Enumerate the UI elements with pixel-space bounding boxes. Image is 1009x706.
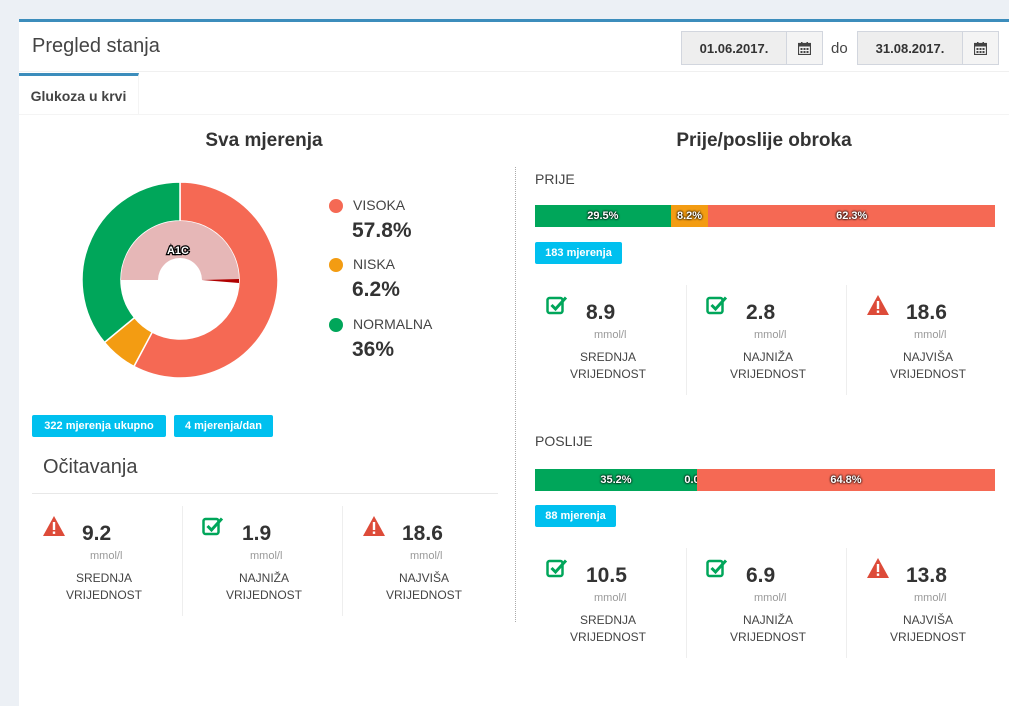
bar-segment-label: 35.2%	[600, 474, 632, 486]
stat-unit: mmol/l	[594, 592, 627, 604]
calendar-icon	[974, 41, 987, 55]
stat-divider	[686, 285, 687, 395]
stat-lowest: 2.8 mmol/l NAJNIŽA VRIJEDNOST	[688, 289, 848, 399]
check-icon	[706, 296, 728, 315]
warning-icon	[43, 516, 65, 536]
before-meal-progress-bar: 29.5% 8.2% 62.3%	[535, 205, 995, 227]
stat-unit: mmol/l	[594, 329, 627, 341]
stat-average: 9.2 mmol/l SREDNJA VRIJEDNOST	[24, 510, 184, 620]
stat-unit: mmol/l	[754, 592, 787, 604]
stat-unit: mmol/l	[914, 329, 947, 341]
before-meal-count-badge: 183 mjerenja	[535, 242, 622, 264]
warning-icon	[867, 558, 889, 578]
stat-highest: 13.8 mmol/l NAJVIŠA VRIJEDNOST	[848, 552, 1008, 662]
bar-segment-normal: 35.2%	[535, 469, 697, 491]
calendar-icon	[798, 41, 811, 55]
legend-label-visoka: VISOKA	[353, 197, 406, 213]
date-to-calendar-button[interactable]	[962, 32, 998, 64]
stat-value: 6.9	[746, 564, 776, 587]
stat-value: 8.9	[586, 301, 616, 324]
column-divider	[515, 167, 516, 622]
legend-label-niska: NISKA	[353, 256, 396, 272]
stat-label: NAJVIŠA VRIJEDNOST	[385, 571, 462, 602]
measurements-donut-chart: A1C	[81, 181, 279, 379]
bar-segment-low: 8.2%	[670, 205, 709, 227]
legend-label-normalna: NORMALNA	[353, 316, 433, 332]
date-from-calendar-button[interactable]	[786, 32, 822, 64]
stat-label: NAJVIŠA VRIJEDNOST	[889, 613, 966, 644]
total-measurements-badge: 322 mjerenja ukupno	[32, 415, 166, 437]
legend-value-normalna: 36%	[352, 338, 395, 361]
a1c-label: A1C	[167, 245, 189, 257]
readings-title: Očitavanja	[43, 456, 138, 478]
stat-label: NAJNIŽA VRIJEDNOST	[225, 571, 302, 602]
date-from-input[interactable]: 01.06.2017.	[682, 32, 786, 64]
stat-lowest: 1.9 mmol/l NAJNIŽA VRIJEDNOST	[184, 510, 344, 620]
stat-value: 13.8	[906, 564, 947, 587]
stat-value: 18.6	[402, 522, 443, 545]
stat-unit: mmol/l	[754, 329, 787, 341]
after-meal-count-badge: 88 mjerenja	[535, 505, 616, 527]
stat-divider	[342, 506, 343, 616]
stat-label: SREDNJA VRIJEDNOST	[569, 350, 646, 381]
page-title: Pregled stanja	[32, 35, 160, 57]
bar-segment-label: 8.2%	[677, 210, 703, 222]
measurements-per-day-badge: 4 mjerenja/dan	[174, 415, 273, 437]
legend-dot-niska	[329, 258, 343, 272]
legend-dot-visoka	[329, 199, 343, 213]
stat-unit: mmol/l	[914, 592, 947, 604]
stat-unit: mmol/l	[90, 550, 123, 562]
stat-value: 1.9	[242, 522, 272, 545]
panel-header: Pregled stanja 01.06.2017. do 31.08.2017…	[19, 22, 1009, 72]
stat-average: 10.5 mmol/l SREDNJA VRIJEDNOST	[528, 552, 688, 662]
tab-bar: Glukoza u krvi	[19, 73, 1009, 115]
after-meal-title: POSLIJE	[535, 433, 593, 449]
bar-segment-label: 64.8%	[830, 474, 862, 486]
before-meal-title: PRIJE	[535, 171, 575, 187]
stat-divider	[846, 548, 847, 658]
legend-value-niska: 6.2%	[352, 278, 400, 301]
tab-glukoza-u-krvi[interactable]: Glukoza u krvi	[19, 73, 139, 115]
stat-average: 8.9 mmol/l SREDNJA VRIJEDNOST	[528, 289, 688, 399]
stat-divider	[846, 285, 847, 395]
all-measurements-title: Sva mjerenja	[205, 130, 323, 151]
stat-divider	[182, 506, 183, 616]
stat-divider	[686, 548, 687, 658]
bar-segment-high: 64.8%	[696, 469, 995, 491]
date-from-group: 01.06.2017.	[681, 31, 823, 65]
stat-value: 9.2	[82, 522, 112, 545]
stat-value: 10.5	[586, 564, 627, 587]
stat-unit: mmol/l	[250, 550, 283, 562]
stat-highest: 18.6 mmol/l NAJVIŠA VRIJEDNOST	[848, 289, 1008, 399]
check-icon	[546, 296, 568, 315]
stat-label: NAJNIŽA VRIJEDNOST	[729, 350, 806, 381]
stat-label: SREDNJA VRIJEDNOST	[569, 613, 646, 644]
date-to-input[interactable]: 31.08.2017.	[858, 32, 962, 64]
stat-lowest: 6.9 mmol/l NAJNIŽA VRIJEDNOST	[688, 552, 848, 662]
warning-icon	[867, 295, 889, 315]
stat-label: NAJVIŠA VRIJEDNOST	[889, 350, 966, 381]
warning-icon	[363, 516, 385, 536]
stat-highest: 18.6 mmol/l NAJVIŠA VRIJEDNOST	[344, 510, 504, 620]
check-icon	[546, 559, 568, 578]
bar-segment-normal: 29.5%	[535, 205, 671, 227]
legend-value-visoka: 57.8%	[352, 219, 412, 242]
legend-dot-normalna	[329, 318, 343, 332]
stat-value: 18.6	[906, 301, 947, 324]
check-icon	[706, 559, 728, 578]
after-meal-progress-bar: 35.2%0.0%64.8%	[535, 469, 995, 491]
stat-unit: mmol/l	[410, 550, 443, 562]
stat-label: SREDNJA VRIJEDNOST	[65, 571, 142, 602]
stat-value: 2.8	[746, 301, 776, 324]
bar-segment-high: 62.3%	[708, 205, 995, 227]
date-range-separator: do	[831, 40, 848, 57]
meal-section-title: Prije/poslije obroka	[676, 130, 852, 151]
bar-segment-label: 62.3%	[836, 210, 868, 222]
readings-divider	[32, 493, 498, 494]
stat-label: NAJNIŽA VRIJEDNOST	[729, 613, 806, 644]
date-to-group: 31.08.2017.	[857, 31, 999, 65]
check-icon	[202, 517, 224, 536]
bar-segment-label: 29.5%	[587, 210, 619, 222]
overview-panel: Pregled stanja 01.06.2017. do 31.08.2017…	[19, 19, 1009, 706]
